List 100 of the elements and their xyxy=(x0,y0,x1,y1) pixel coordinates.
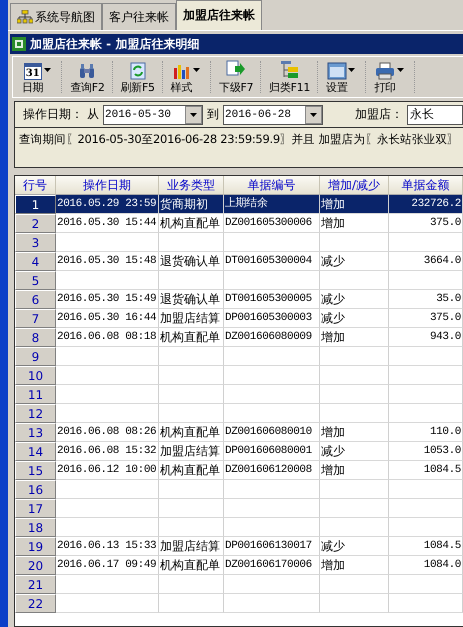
tab[interactable]: 客户往来帐 xyxy=(102,3,176,30)
store-field[interactable]: 永长 xyxy=(407,104,463,124)
refresh-icon xyxy=(130,62,146,80)
table-cell: 增加 xyxy=(321,216,345,230)
table-cell: 增加 xyxy=(321,463,345,477)
row-number: 5 xyxy=(15,271,56,290)
table-row[interactable]: 7 2016.05.30 16:44 加盟店结算 DP001605300003 减少 375.0 xyxy=(15,309,463,328)
toolbar-button[interactable]: 下级F7 xyxy=(216,60,256,94)
caret-icon xyxy=(310,112,317,116)
table-row[interactable]: 5 xyxy=(15,271,463,290)
app-icon xyxy=(12,37,26,51)
column-header[interactable]: 操作日期 xyxy=(56,176,159,195)
table-row[interactable]: 13 2016.06.08 08:26 机构直配单 DZ001606080010 增加 110.0 xyxy=(15,423,463,442)
tab[interactable]: 加盟店往来帐 xyxy=(176,0,262,30)
toolbar-button[interactable]: 样式 xyxy=(168,60,206,94)
column-header[interactable]: 单据金额 xyxy=(389,176,463,195)
table-cell: 减少 xyxy=(321,444,345,458)
table-cell: 增加 xyxy=(321,330,345,344)
table-row[interactable]: 15 2016.06.12 10:00 机构直配单 DZ001606120008 增加 1084.5 xyxy=(15,461,463,480)
table-cell: 943.0 xyxy=(430,331,461,343)
table-cell: 减少 xyxy=(321,311,345,325)
table-cell: 增加 xyxy=(321,197,345,211)
query-summary: 查询期间〖2016-05-30至2016-06-28 23:59:59.9〗并且 加盟店为〖永长站张业双〗 xyxy=(18,131,460,147)
table-row[interactable]: 18 xyxy=(15,518,463,537)
caret-icon xyxy=(396,68,404,72)
table-row[interactable]: 12 xyxy=(15,404,463,423)
field-label: 加盟店： xyxy=(355,106,403,123)
table-row[interactable]: 9 xyxy=(15,347,463,366)
table-cell: 1084.0 xyxy=(424,559,461,571)
row-number: 13 xyxy=(15,423,56,442)
table-cell: 2016.05.30 15:49 xyxy=(57,293,156,305)
table-row[interactable]: 11 xyxy=(15,385,463,404)
table-cell: 110.0 xyxy=(430,426,461,438)
table-cell: 2016.06.12 10:00 xyxy=(57,464,156,476)
toolbar-label: 样式 xyxy=(170,80,192,94)
table-cell: 机构直配单 xyxy=(160,216,220,230)
tab-label: 加盟店往来帐 xyxy=(183,7,255,24)
date-field[interactable]: 2016-06-28 xyxy=(223,104,323,124)
column-header[interactable]: 行号 xyxy=(15,176,56,195)
toolbar-button[interactable]: 刷新F5 xyxy=(118,60,158,94)
table-row[interactable]: 4 2016.05.30 15:48 退货确认单 DT001605300004 减少 3664.0 xyxy=(15,252,463,271)
table-cell: 退货确认单 xyxy=(160,254,220,268)
row-number: 20 xyxy=(15,556,56,575)
table-cell: DP001606130017 xyxy=(225,540,312,552)
window-icon xyxy=(326,62,347,80)
row-number: 6 xyxy=(15,290,56,309)
table-row[interactable]: 19 2016.06.13 15:33 加盟店结算 DP001606130017 减少 1084.5 xyxy=(15,537,463,556)
window-title: 加盟店往来帐 - 加盟店往来明细 xyxy=(30,36,200,52)
table-cell: 1084.5 xyxy=(424,464,461,476)
tab-label: 系统导航图 xyxy=(35,8,95,26)
table-cell: 加盟店结算 xyxy=(160,311,220,325)
table-row[interactable]: 22 xyxy=(15,594,463,613)
table-cell: 2016.05.29 23:59 xyxy=(57,198,156,210)
table-cell: 货商期初 xyxy=(160,197,208,211)
toolbar-button[interactable]: 设置 xyxy=(323,60,362,94)
table-cell: DP001605300003 xyxy=(225,312,312,324)
caret-icon xyxy=(44,68,52,72)
table-cell: DZ001605300006 xyxy=(225,217,312,229)
table-cell: 3664.0 xyxy=(424,255,461,267)
tab[interactable]: 系统导航图 xyxy=(10,3,102,30)
printer-icon xyxy=(375,62,396,80)
table-row[interactable]: 17 xyxy=(15,499,463,518)
tree-icon xyxy=(17,10,33,24)
toolbar-label: 归类F11 xyxy=(269,80,310,94)
toolbar-button[interactable]: 31 日期 xyxy=(19,60,58,94)
toolbar-label: 下级F7 xyxy=(219,80,254,94)
table-cell: 2016.05.30 16:44 xyxy=(57,312,156,324)
column-header[interactable]: 增加/减少 xyxy=(320,176,389,195)
table-cell: 2016.06.17 09:49 xyxy=(57,559,156,571)
table-cell: 375.0 xyxy=(430,312,461,324)
calendar-icon: 31 xyxy=(24,62,42,80)
table-cell: 减少 xyxy=(321,254,345,268)
table-row[interactable]: 20 2016.06.17 09:49 机构直配单 DZ001606170006 增加 1084.0 xyxy=(15,556,463,575)
table-cell: 加盟店结算 xyxy=(160,444,220,458)
tab-label: 客户往来帐 xyxy=(109,8,169,26)
row-number: 14 xyxy=(15,442,56,461)
toolbar-label: 日期 xyxy=(22,80,44,94)
table-row[interactable]: 10 xyxy=(15,366,463,385)
toolbar-button[interactable]: 查询F2 xyxy=(67,60,108,94)
table-cell: 2016.05.30 15:44 xyxy=(57,217,156,229)
table-row[interactable]: 2 2016.05.30 15:44 机构直配单 DZ001605300006 增加 375.0 xyxy=(15,214,463,233)
column-header[interactable]: 单据编号 xyxy=(224,176,320,195)
field-label: 操作日期： xyxy=(23,106,83,123)
field-label: 从 xyxy=(87,106,99,123)
table-row[interactable]: 21 xyxy=(15,575,463,594)
table-row[interactable]: 8 2016.06.08 08:18 机构直配单 DZ001606080009 增加 943.0 xyxy=(15,328,463,347)
table-row[interactable]: 16 xyxy=(15,480,463,499)
table-row[interactable]: 6 2016.05.30 15:49 退货确认单 DT001605300005 减少 35.0 xyxy=(15,290,463,309)
table-cell: 2016.05.30 15:48 xyxy=(57,255,156,267)
table-cell: 1084.5 xyxy=(424,540,461,552)
row-number: 22 xyxy=(15,594,56,613)
table-cell: 减少 xyxy=(321,292,345,306)
table-row[interactable]: 3 xyxy=(15,233,463,252)
date-field[interactable]: 2016-05-30 xyxy=(103,104,203,124)
column-header[interactable]: 业务类型 xyxy=(159,176,224,195)
table-cell: DZ001606120008 xyxy=(225,464,312,476)
table-row[interactable]: 1 2016.05.29 23:59 货商期初 上期结余 增加 232726.2 xyxy=(15,195,463,214)
toolbar-button[interactable]: 归类F11 xyxy=(266,60,314,94)
toolbar-button[interactable]: 打印 xyxy=(371,60,410,94)
table-row[interactable]: 14 2016.06.08 15:32 加盟店结算 DP001606080001 减少 1053.0 xyxy=(15,442,463,461)
